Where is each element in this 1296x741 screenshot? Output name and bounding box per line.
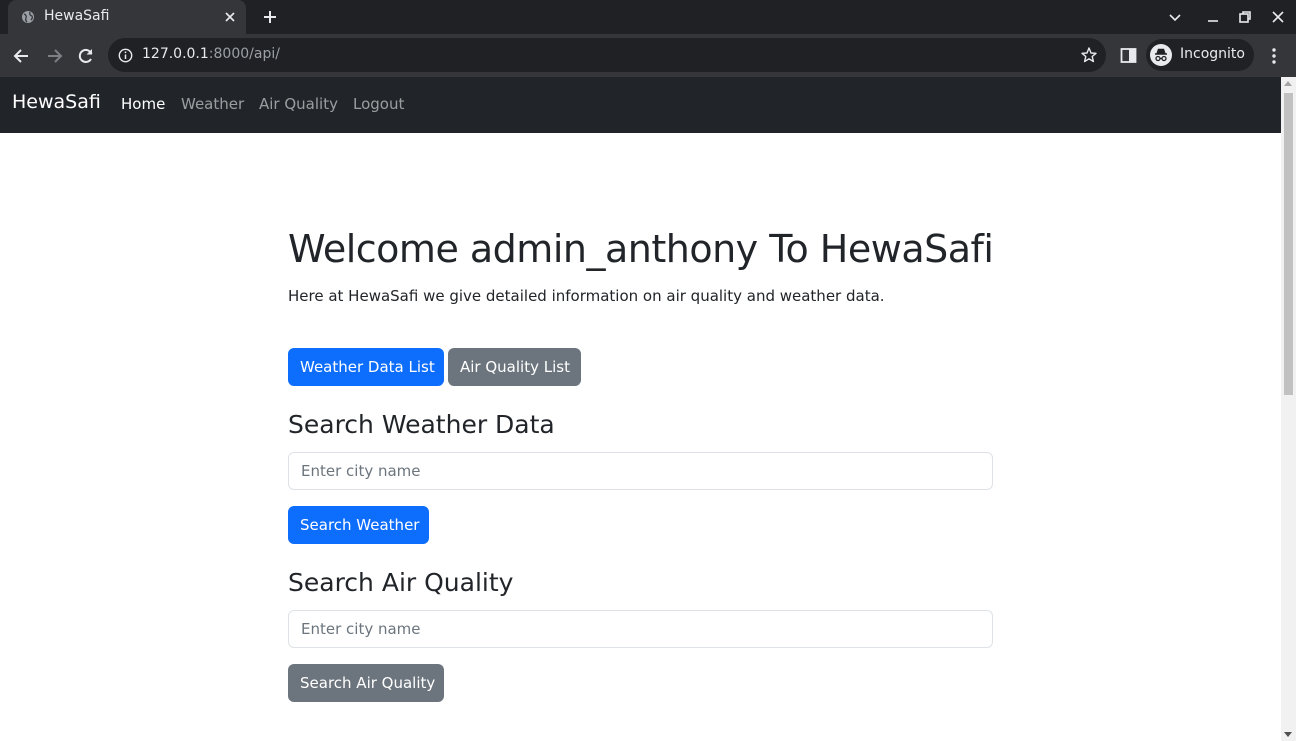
reload-icon[interactable]: [76, 46, 96, 66]
close-window-icon[interactable]: [1270, 9, 1286, 25]
tab-title: HewaSafi: [44, 8, 110, 24]
new-tab-icon[interactable]: [262, 9, 278, 25]
weather-search-heading: Search Weather Data: [288, 410, 555, 439]
nav-link-logout[interactable]: Logout: [353, 95, 404, 113]
scrollbar-thumb[interactable]: [1284, 93, 1293, 395]
browser-tab[interactable]: HewaSafi: [8, 0, 246, 34]
minimize-icon[interactable]: [1205, 9, 1221, 25]
weather-data-list-button[interactable]: Weather Data List: [288, 348, 444, 386]
nav-link-weather[interactable]: Weather: [181, 95, 244, 113]
site-info-icon[interactable]: [118, 48, 133, 63]
search-air-quality-button[interactable]: Search Air Quality: [288, 664, 444, 702]
search-weather-button[interactable]: Search Weather: [288, 506, 429, 544]
air-city-input[interactable]: [288, 610, 993, 648]
weather-city-input[interactable]: [288, 452, 993, 490]
side-panel-icon[interactable]: [1120, 47, 1137, 64]
scroll-up-icon[interactable]: [1284, 81, 1292, 86]
browser-tabstrip: HewaSafi: [0, 0, 1296, 34]
nav-link-air-quality[interactable]: Air Quality: [259, 95, 338, 113]
close-tab-icon[interactable]: [222, 9, 238, 25]
browser-menu-icon[interactable]: [1266, 46, 1282, 66]
address-bar[interactable]: 127.0.0.1:8000/api/: [108, 38, 1106, 72]
incognito-profile[interactable]: Incognito: [1146, 39, 1254, 71]
globe-icon: [22, 11, 34, 23]
incognito-icon: [1150, 44, 1172, 66]
restore-icon[interactable]: [1237, 9, 1253, 25]
page-title: Welcome admin_anthony To HewaSafi: [288, 227, 994, 271]
page-scrollbar[interactable]: [1281, 77, 1296, 741]
air-quality-list-button[interactable]: Air Quality List: [448, 348, 581, 386]
incognito-label: Incognito: [1180, 46, 1245, 62]
bookmark-star-icon[interactable]: [1080, 46, 1098, 64]
back-arrow-icon[interactable]: [12, 46, 32, 66]
browser-toolbar: 127.0.0.1:8000/api/ Incognito: [0, 34, 1296, 77]
nav-link-home[interactable]: Home: [121, 95, 165, 113]
scroll-down-icon[interactable]: [1284, 732, 1292, 737]
url-path: :8000/api/: [208, 46, 280, 62]
url-text: 127.0.0.1:8000/api/: [142, 46, 280, 62]
air-search-heading: Search Air Quality: [288, 568, 514, 597]
page-viewport: HewaSafi Home Weather Air Quality Logout…: [0, 77, 1281, 741]
site-navbar: HewaSafi Home Weather Air Quality Logout: [0, 77, 1281, 133]
tab-search-icon[interactable]: [1167, 9, 1183, 25]
url-host: 127.0.0.1: [142, 46, 209, 62]
navbar-brand[interactable]: HewaSafi: [12, 91, 101, 113]
forward-arrow-icon[interactable]: [44, 46, 64, 66]
intro-text: Here at HewaSafi we give detailed inform…: [288, 287, 885, 305]
